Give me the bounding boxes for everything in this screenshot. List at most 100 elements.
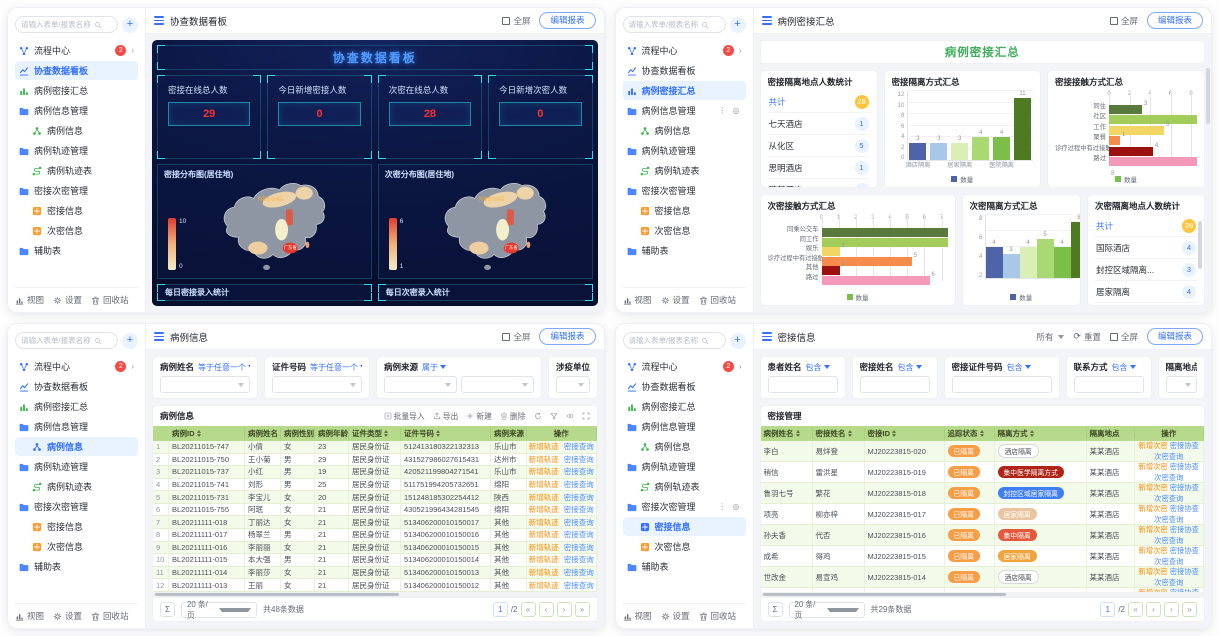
footer-recycle-button[interactable]: 回收站	[699, 610, 737, 622]
edit-report-button[interactable]: 编辑报表	[1147, 328, 1203, 345]
filter-select[interactable]	[461, 376, 534, 393]
filter-input[interactable]	[860, 376, 930, 393]
column-header[interactable]: 密接姓名	[813, 428, 865, 439]
sidebar-item-summary[interactable]: 病例密接汇总	[15, 397, 138, 416]
expand-button[interactable]	[582, 412, 590, 420]
page-size-select[interactable]: 20 条/页	[789, 602, 865, 618]
batch-import-button[interactable]: 批量导入	[384, 411, 425, 422]
contact-query-link[interactable]: 密接查询	[564, 492, 594, 503]
sidebar-item-summary[interactable]: 病例密接汇总	[623, 397, 746, 416]
footer-views-button[interactable]: 视图	[623, 610, 652, 622]
sidebar-item-track-mgmt[interactable]: 病例轨迹管理	[623, 141, 746, 160]
prev-page-button[interactable]: ‹	[1146, 602, 1161, 617]
sidebar-item-close-mgmt[interactable]: 密接次密管理	[623, 181, 746, 200]
sidebar-search-input[interactable]: 请输入表单/报表名称	[623, 16, 726, 33]
contact-query-link[interactable]: 密接查询	[564, 504, 594, 515]
contact-query-link[interactable]: 密接查询	[564, 479, 594, 490]
sidebar-item-track-mgmt[interactable]: 病例轨迹管理	[623, 457, 746, 476]
sidebar-item-dashboard[interactable]: 协查数据看板	[15, 377, 138, 396]
add-form-button[interactable]: +	[730, 333, 746, 349]
edit-report-button[interactable]: 编辑报表	[539, 328, 595, 345]
sidebar-item-case-info[interactable]: 病例信息	[15, 121, 138, 140]
last-page-button[interactable]: »	[575, 602, 590, 617]
sidebar-item-case-mgmt[interactable]: 病例信息管理⋮ ◎	[623, 101, 746, 120]
add-form-button[interactable]: +	[122, 17, 138, 33]
filter-input[interactable]	[1074, 376, 1144, 393]
subcontact-query-link[interactable]: 次密查询	[1154, 557, 1183, 567]
add-subcontact-link[interactable]: 新增次密	[1139, 525, 1168, 534]
sidebar-search-input[interactable]: 请输入表单/报表名称	[15, 332, 118, 349]
contact-query-link[interactable]: 密接查询	[564, 454, 594, 465]
column-header[interactable]: 证件类型	[349, 428, 401, 439]
filter-operator[interactable]: 属于	[422, 362, 446, 373]
column-header[interactable]: 隔离方式	[995, 428, 1087, 439]
add-track-link[interactable]: 新增轨迹	[529, 454, 559, 465]
filter-operator[interactable]: 包含	[1112, 362, 1136, 373]
edit-report-button[interactable]: 编辑报表	[539, 12, 595, 29]
current-page[interactable]: 1	[1100, 602, 1115, 617]
horizontal-scrollbar[interactable]	[153, 592, 597, 597]
list-item[interactable]: 国际酒店4	[1095, 237, 1197, 259]
contact-assist-link[interactable]: 密接协查	[1170, 567, 1199, 576]
last-page-button[interactable]: »	[1182, 602, 1197, 617]
footer-recycle-button[interactable]: 回收站	[91, 610, 129, 622]
sidebar-item-close-mgmt[interactable]: 密接次密管理	[15, 497, 138, 516]
filter-operator[interactable]: 包含	[806, 362, 830, 373]
next-page-button[interactable]: ›	[557, 602, 572, 617]
sidebar-item-subclose-info[interactable]: 次密信息	[623, 537, 746, 556]
add-form-button[interactable]: +	[730, 17, 746, 33]
sidebar-item-contact-info[interactable]: 密接信息	[623, 201, 746, 220]
contact-query-link[interactable]: 密接查询	[564, 517, 594, 528]
contact-assist-link[interactable]: 密接协查	[1170, 504, 1199, 513]
item-hover-actions[interactable]: ⋮ ◎	[718, 502, 741, 511]
sidebar-item-process-center[interactable]: 流程中心2›	[623, 357, 746, 376]
sidebar-item-subclose-info[interactable]: 次密信息	[623, 221, 746, 240]
contact-query-link[interactable]: 密接查询	[564, 466, 594, 477]
filter-operator[interactable]: 等于任意一个	[198, 362, 250, 373]
sidebar-item-aux[interactable]: 辅助表	[623, 557, 746, 576]
add-form-button[interactable]: +	[122, 333, 138, 349]
prev-page-button[interactable]: ‹	[539, 602, 554, 617]
list-item[interactable]: 居家隔离4	[1095, 281, 1197, 303]
sidebar-item-track-table[interactable]: 病例轨迹表	[623, 161, 746, 180]
footer-settings-button[interactable]: 设置	[53, 294, 82, 306]
contact-query-link[interactable]: 密接查询	[564, 580, 594, 591]
page-size-select[interactable]: 20 条/页	[181, 602, 257, 618]
sidebar-item-process-center[interactable]: 流程中心2›	[623, 41, 746, 60]
add-track-link[interactable]: 新增轨迹	[529, 492, 559, 503]
add-track-link[interactable]: 新增轨迹	[529, 466, 559, 477]
sidebar-item-dashboard[interactable]: 协查数据看板	[623, 61, 746, 80]
add-track-link[interactable]: 新增轨迹	[529, 567, 559, 578]
contact-query-link[interactable]: 密接查询	[564, 542, 594, 553]
refresh-button[interactable]	[534, 412, 542, 420]
filter-operator[interactable]: 包含	[898, 362, 922, 373]
add-subcontact-link[interactable]: 新增次密	[1139, 462, 1168, 471]
sidebar-item-aux[interactable]: 辅助表	[15, 241, 138, 260]
column-header[interactable]: 病例姓名	[761, 428, 813, 439]
menu-icon[interactable]	[154, 330, 164, 343]
sidebar-search-input[interactable]: 请输入表单/报表名称	[15, 16, 118, 33]
filter-button[interactable]	[550, 412, 558, 420]
footer-views-button[interactable]: 视图	[15, 610, 44, 622]
sidebar-item-case-mgmt[interactable]: 病例信息管理	[15, 101, 138, 120]
contact-query-link[interactable]: 密接查询	[564, 529, 594, 540]
menu-icon[interactable]	[762, 330, 772, 343]
add-track-link[interactable]: 新增轨迹	[529, 441, 559, 452]
contact-assist-link[interactable]: 密接协查	[1170, 462, 1199, 471]
first-page-button[interactable]: «	[1128, 602, 1143, 617]
add-track-link[interactable]: 新增轨迹	[529, 504, 559, 515]
item-hover-actions[interactable]: ⋮ ◎	[718, 106, 741, 115]
sidebar-item-track-table[interactable]: 病例轨迹表	[15, 477, 138, 496]
filter-select[interactable]	[384, 376, 457, 393]
next-page-button[interactable]: ›	[1164, 602, 1179, 617]
sidebar-item-case-info[interactable]: 病例信息	[623, 437, 746, 456]
sidebar-item-close-mgmt[interactable]: 密接次密管理⋮ ◎	[623, 497, 746, 516]
sidebar-item-dashboard[interactable]: 协查数据看板	[623, 377, 746, 396]
horizontal-scrollbar[interactable]	[761, 592, 1205, 597]
add-subcontact-link[interactable]: 新增次密	[1139, 483, 1168, 492]
sidebar-item-process-center[interactable]: 流程中心2›	[15, 357, 138, 376]
column-header[interactable]: 病例姓名	[245, 428, 281, 439]
sidebar-item-case-mgmt[interactable]: 病例信息管理	[15, 417, 138, 436]
sidebar-item-contact-info[interactable]: 密接信息	[15, 201, 138, 220]
sidebar-search-input[interactable]: 请输入表单/报表名称	[623, 332, 726, 349]
